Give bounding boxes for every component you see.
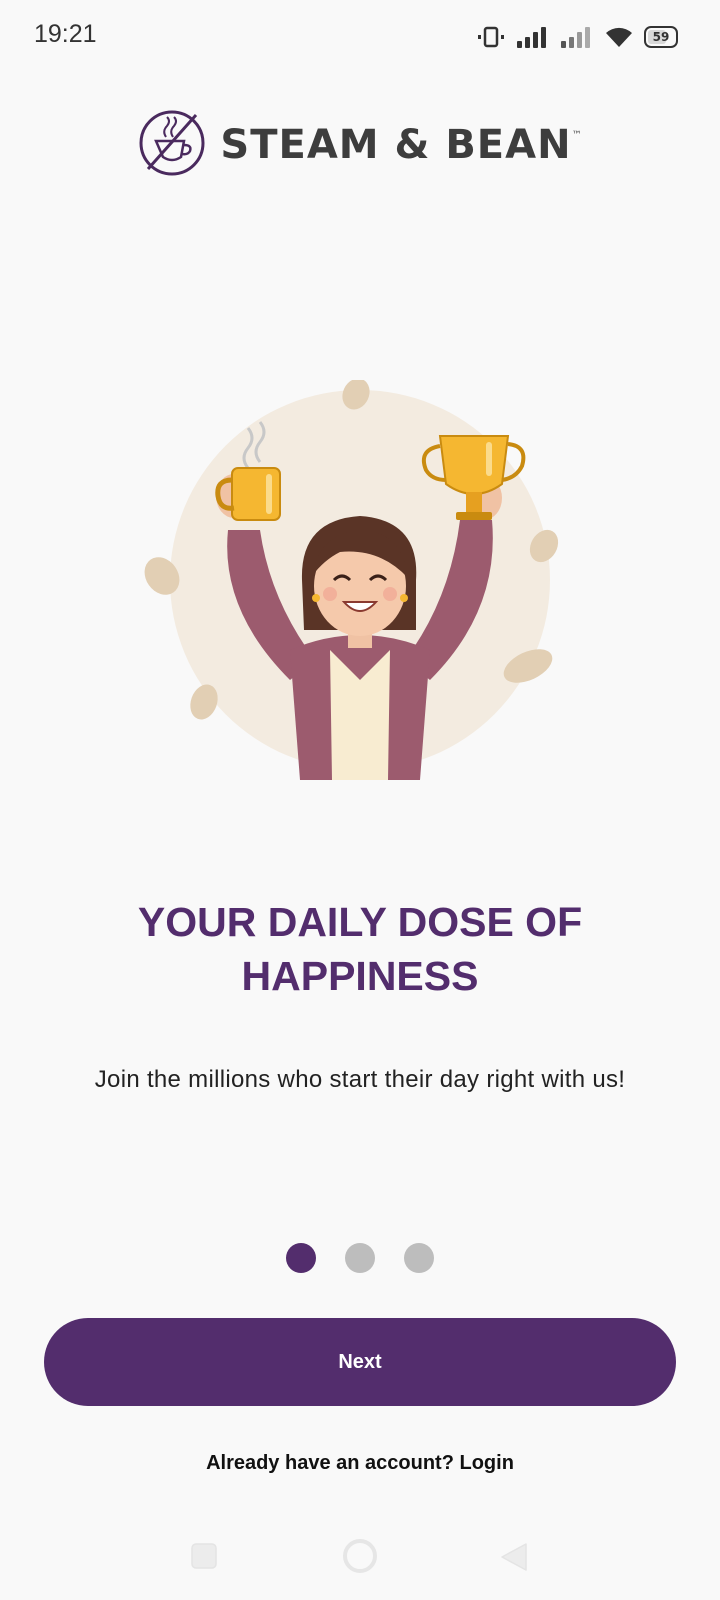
signal-icon: [560, 25, 594, 49]
page-dot-2[interactable]: [345, 1243, 375, 1273]
vibrate-icon: [476, 25, 506, 49]
login-prompt-text: Already have an account?: [206, 1452, 454, 1474]
wifi-icon: [604, 25, 634, 49]
home-circle-icon[interactable]: [342, 1538, 378, 1579]
brand-logo: STEAM & BEAN™: [0, 110, 720, 180]
login-prompt: Already have an account? Login: [0, 1452, 720, 1475]
status-icons: 59: [476, 22, 678, 52]
brand-name: STEAM & BEAN™: [220, 122, 582, 168]
back-triangle-icon[interactable]: [500, 1542, 528, 1577]
page-indicator: [0, 1243, 720, 1273]
battery-icon: 59: [644, 26, 678, 48]
page-dot-3[interactable]: [404, 1243, 434, 1273]
recents-square-icon[interactable]: [190, 1542, 218, 1575]
onboarding-headline: YOUR DAILY DOSE OF HAPPINESS: [137, 899, 583, 999]
status-bar: 19:21 59: [0, 0, 720, 72]
status-time: 19:21: [34, 20, 97, 48]
page-dot-1-active[interactable]: [286, 1243, 316, 1273]
onboarding-illustration: [140, 378, 580, 780]
battery-level: 59: [652, 30, 670, 44]
system-navigation-bar: [0, 1520, 720, 1600]
login-link[interactable]: Login: [460, 1452, 514, 1474]
coffee-cup-logo-icon: [138, 109, 206, 182]
signal-icon: [516, 25, 550, 49]
onboarding-subtitle: Join the millions who start their day ri…: [94, 1066, 626, 1093]
next-button[interactable]: Next: [44, 1318, 676, 1406]
